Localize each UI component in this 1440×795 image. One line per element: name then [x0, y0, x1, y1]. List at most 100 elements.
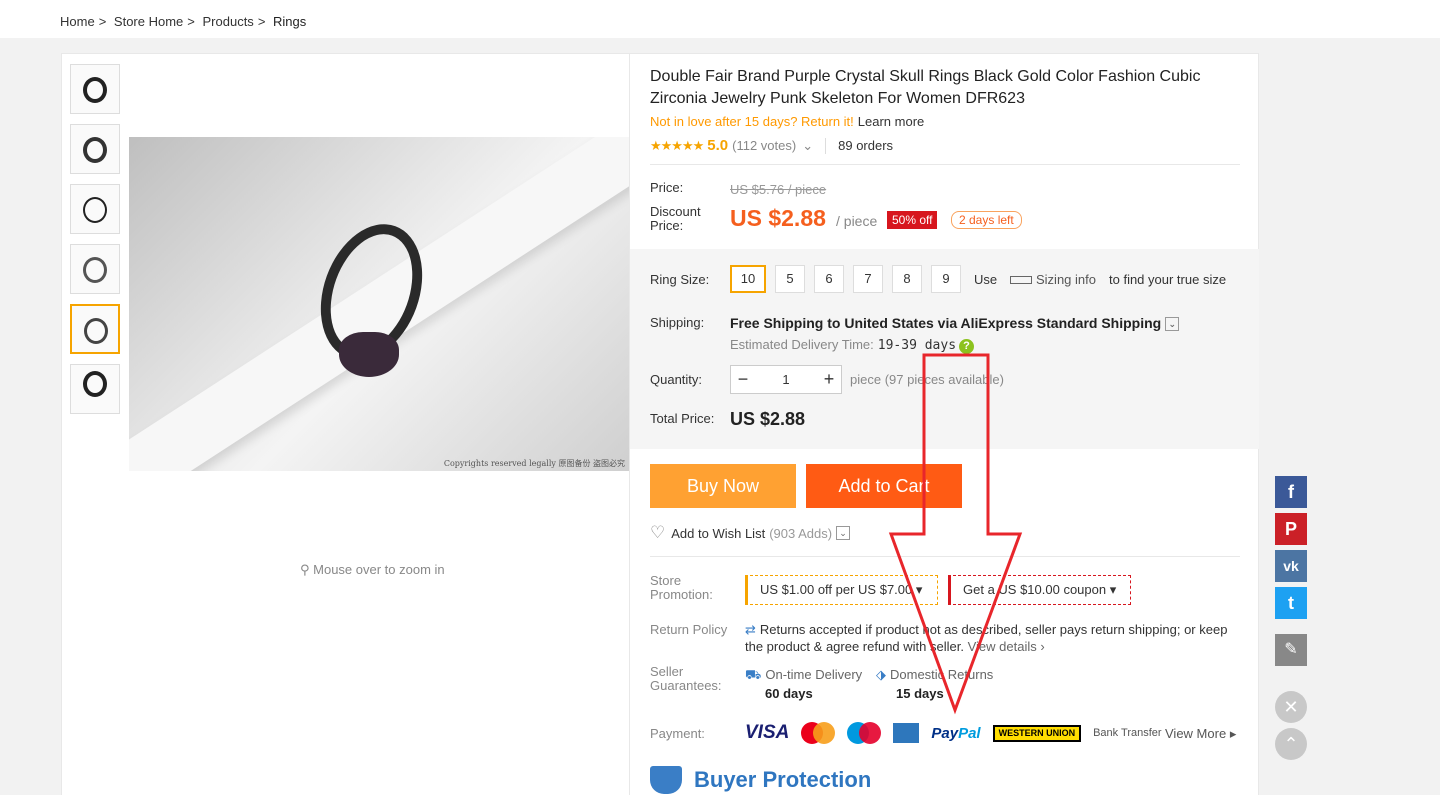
help-icon[interactable]: ? [959, 339, 975, 354]
price-label: Price: [650, 180, 684, 195]
edit-icon[interactable]: ✎ [1275, 634, 1307, 666]
minus-icon[interactable]: − [731, 369, 755, 390]
view-details-link[interactable]: View details [968, 639, 1037, 654]
quantity-label: Quantity: [650, 372, 703, 387]
estimated-delivery: Estimated Delivery Time: 19-39 days? [730, 337, 975, 354]
quantity-input[interactable]: 1 [755, 372, 817, 387]
breadcrumb-sep: > [187, 14, 195, 29]
est-days: 19-39 days [877, 338, 957, 353]
wish-list[interactable]: ♡ Add to Wish List (903 Adds) ⌄ [650, 523, 851, 543]
size-option[interactable]: 9 [931, 265, 961, 293]
guarantee-returns-title: Domestic Returns [890, 667, 994, 682]
thumbnail[interactable] [70, 184, 120, 234]
size-option[interactable]: 5 [775, 265, 805, 293]
mastercard-icon [801, 722, 836, 744]
true-size-text: to find your true size [1109, 272, 1227, 287]
paypal-a: Pay [931, 724, 959, 742]
breadcrumb-sep: > [98, 14, 107, 29]
close-icon[interactable]: ✕ [1275, 691, 1307, 723]
total-price: US $2.88 [730, 409, 806, 429]
breadcrumb-home[interactable]: Home [60, 14, 95, 29]
ruler-icon [1010, 276, 1032, 284]
size-option[interactable]: 8 [892, 265, 922, 293]
quantity-stepper: − 1 + [730, 365, 842, 394]
paypal-icon: PayPal [931, 725, 980, 742]
chevron-down-icon[interactable]: ⌄ [1165, 317, 1180, 332]
star-rating-icon: ★★★★★ [650, 137, 704, 153]
view-more-text[interactable]: View More [1165, 726, 1226, 741]
main-product-image[interactable]: Copyrights reserved legally 原图备份 盗图必究 [129, 137, 629, 471]
image-copyright: Copyrights reserved legally 原图备份 盗图必究 [443, 459, 625, 468]
facebook-icon[interactable]: f [1275, 476, 1307, 508]
coupon-1[interactable]: US $1.00 off per US $7.00 ▾ [745, 575, 938, 605]
chevron-down-icon[interactable]: ⌄ [802, 138, 813, 154]
guarantee-delivery-value: 60 days [765, 686, 813, 701]
discount-price: US $2.88 [730, 205, 826, 231]
return-policy-label: Return Policy [650, 622, 728, 637]
thumbnail[interactable] [70, 64, 120, 114]
return-policy: ⇄ Returns accepted if product not as desc… [745, 621, 1235, 655]
time-left-badge: 2 days left [951, 211, 1022, 229]
coupon-2[interactable]: Get a US $10.00 coupon ▾ [948, 575, 1131, 605]
vk-icon[interactable]: vk [1275, 550, 1307, 582]
ring-size-label: Ring Size: [650, 272, 710, 287]
add-to-cart-button[interactable]: Add to Cart [806, 464, 962, 508]
buyer-protection: Buyer Protection [650, 766, 871, 794]
bank-transfer-icon: Bank Transfer [1093, 727, 1162, 739]
guarantee-returns: ⬗ Domestic Returns 15 days [876, 665, 993, 703]
chevron-right-icon: › [1036, 639, 1045, 654]
thumbnail[interactable] [70, 124, 120, 174]
breadcrumb-store[interactable]: Store Home [114, 14, 183, 29]
breadcrumb-current[interactable]: Rings [273, 14, 306, 29]
votes-link[interactable]: (112 votes) [732, 138, 796, 153]
pinterest-icon[interactable]: P [1275, 513, 1307, 545]
size-option[interactable]: 7 [853, 265, 883, 293]
shield-icon [650, 766, 682, 794]
shipping-method[interactable]: Free Shipping to United States via AliEx… [730, 315, 1180, 332]
wish-text[interactable]: Add to Wish List [671, 526, 765, 541]
divider [650, 556, 1240, 557]
return-promo: Not in love after 15 days? Return it! Lea… [650, 114, 924, 129]
back-to-top-icon[interactable]: ⌃ [1275, 728, 1307, 760]
amex-icon [893, 723, 920, 743]
size-selector: 10 5 6 7 8 9 [730, 265, 970, 293]
shipping-label: Shipping: [650, 315, 705, 330]
caret-right-icon: ▸ [1229, 726, 1237, 741]
plus-icon[interactable]: + [817, 369, 841, 390]
store-promotion-label: Store Promotion: [650, 573, 713, 602]
breadcrumb-sep: > [257, 14, 266, 29]
thumbnail[interactable] [70, 244, 120, 294]
seller-guarantees-label: Seller Guarantees: [650, 664, 722, 693]
chevron-down-icon[interactable]: ⌄ [836, 526, 851, 540]
paypal-b: Pal [958, 724, 981, 742]
buyer-protection-title: Buyer Protection [694, 767, 872, 792]
payment-label: Payment: [650, 726, 705, 741]
truck-icon: ⛟ [745, 667, 762, 682]
guarantee-returns-value: 15 days [896, 686, 944, 701]
zoom-hint-text: Mouse over to zoom in [313, 562, 445, 577]
tag-icon: ⬗ [876, 667, 886, 682]
breadcrumb: Home > Store Home > Products > Rings [60, 14, 310, 29]
thumbnail[interactable] [70, 364, 120, 414]
sizing-info-link[interactable]: Sizing info [1036, 272, 1096, 287]
magnifier-icon: ⚲ [300, 562, 314, 577]
thumbnail-list [70, 64, 120, 424]
use-text: Use [974, 272, 998, 287]
thumbnail-active[interactable] [70, 304, 120, 354]
twitter-icon[interactable]: t [1275, 587, 1307, 619]
size-option[interactable]: 6 [814, 265, 844, 293]
view-more-link[interactable]: View More ▸ [1165, 726, 1236, 742]
coupon-1-text: US $1.00 off per US $7.00 [760, 582, 913, 597]
guarantee-delivery: ⛟ On-time Delivery 60 days [745, 665, 862, 703]
zoom-hint: ⚲ Mouse over to zoom in [300, 562, 445, 578]
heart-icon: ♡ [650, 523, 666, 542]
breadcrumb-products[interactable]: Products [203, 14, 254, 29]
buy-now-button[interactable]: Buy Now [650, 464, 796, 508]
original-price: US $5.76 / piece [730, 182, 827, 197]
caret-down-icon: ▾ [915, 582, 923, 597]
return-icon: ⇄ [745, 622, 756, 637]
rating-score: 5.0 [707, 137, 729, 154]
learn-more-link[interactable]: Learn more [858, 114, 924, 129]
maestro-icon [847, 722, 882, 744]
size-option-selected[interactable]: 10 [730, 265, 766, 293]
